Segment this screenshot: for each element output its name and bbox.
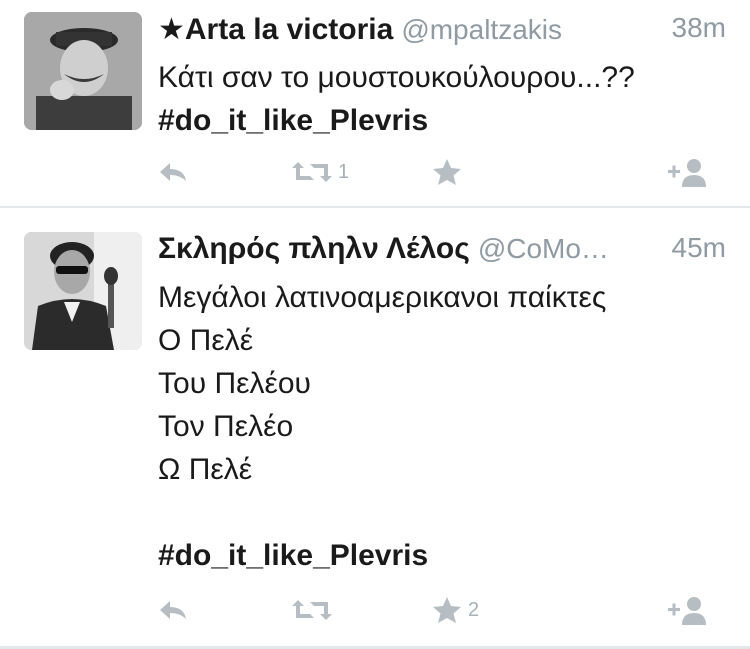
tweet-line [158, 491, 726, 534]
tweet-text: Μεγάλοι λατινοαμερικανοι παίκτες Ο Πελέ … [158, 276, 726, 577]
tweet-text: Κάτι σαν το μουστουκούλουρου...?? #do_it… [158, 56, 726, 142]
reply-icon [160, 163, 186, 181]
reply-button[interactable] [158, 152, 188, 192]
favorite-count: 2 [468, 598, 480, 621]
avatar[interactable] [24, 232, 142, 350]
tweet-line: Ω Πελέ [158, 453, 253, 486]
follow-icon [668, 159, 706, 187]
display-name[interactable]: Σκληρός πληλν Λέλος [158, 232, 470, 265]
retweet-button[interactable] [292, 590, 338, 630]
user-handle[interactable]: @CoMo… [478, 233, 609, 264]
favorite-button[interactable]: 2 [432, 590, 479, 630]
user-handle[interactable]: @mpaltzakis [401, 14, 562, 45]
avatar-photo-icon [24, 12, 142, 130]
avatar[interactable] [24, 12, 142, 130]
tweet-line: Τον Πελέο [158, 410, 294, 443]
follow-icon [668, 597, 706, 625]
tweet-actions: 1 [158, 152, 726, 192]
retweet-count: 1 [338, 160, 350, 183]
retweet-button[interactable]: 1 [292, 152, 349, 192]
hashtag-link[interactable]: #do_it_like_Plevris [158, 534, 726, 577]
timestamp: 45m [671, 232, 726, 263]
tweet-line: Κάτι σαν το μουστουκούλουρου...?? [158, 61, 635, 94]
reply-button[interactable] [158, 590, 188, 630]
reply-icon [160, 601, 186, 619]
follow-button[interactable] [668, 152, 708, 192]
display-name[interactable]: ★Arta la victoria [158, 13, 393, 46]
favorite-icon [433, 159, 461, 185]
retweet-icon [292, 600, 332, 620]
tweet-line: Του Πελέου [158, 367, 311, 400]
favorite-button[interactable] [432, 152, 468, 192]
retweet-icon [292, 162, 332, 182]
follow-button[interactable] [668, 590, 708, 630]
tweet-2[interactable]: Σκληρός πληλν Λέλος @CoMo… 45m Μεγάλοι λα… [0, 208, 750, 646]
avatar-photo-icon [24, 232, 142, 350]
tweet-line: Ο Πελέ [158, 324, 254, 357]
hashtag-link[interactable]: #do_it_like_Plevris [158, 99, 726, 142]
favorite-icon [433, 597, 461, 623]
tweet-actions: 2 [158, 590, 726, 630]
timestamp: 38m [671, 12, 726, 43]
tweet-line: Μεγάλοι λατινοαμερικανοι παίκτες [158, 281, 607, 314]
tweet-1[interactable]: ★Arta la victoria @mpaltzakis 38m Κάτι σα… [0, 0, 750, 206]
